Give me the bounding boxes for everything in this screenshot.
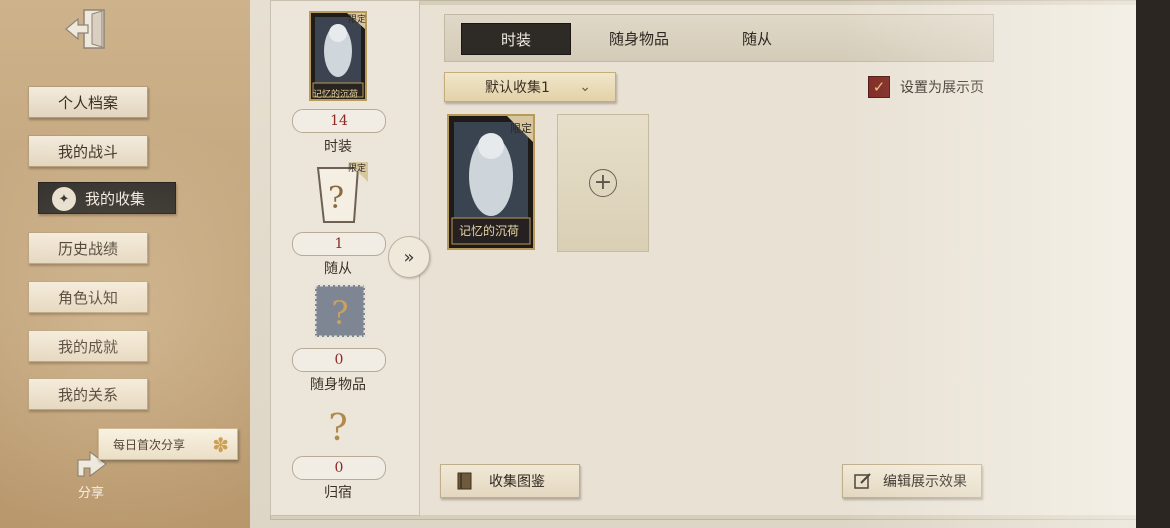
daily-share-text: 每日首次分享 (113, 437, 186, 452)
tab-accessories[interactable]: 随身物品 (585, 23, 693, 53)
edit-display-button[interactable]: 编辑展示效果 (842, 464, 982, 498)
plus-icon: + (589, 169, 617, 197)
share-icon (77, 451, 107, 477)
daily-share-tooltip: 每日首次分享 ✽ (98, 428, 238, 460)
svg-text:?: ? (328, 408, 347, 448)
nav-achievements-label: 我的成就 (57, 337, 118, 356)
tab-followers[interactable]: 随从 (707, 23, 807, 53)
showcase-checkbox[interactable]: ✓ (868, 76, 890, 98)
accessory-count: 0 (292, 348, 386, 372)
nav-my-battles-label: 我的战斗 (57, 142, 118, 161)
svg-text:?: ? (328, 181, 344, 216)
collection-set-value: 默认收集1 (485, 80, 550, 96)
costume-tag: 限定 (348, 15, 367, 25)
nav-profile[interactable]: 个人档案 (28, 86, 148, 118)
add-item-slot[interactable]: + (557, 114, 649, 252)
homestead-label: 归宿 (324, 485, 352, 501)
costume-card-title: 记忆的沉荷 (313, 90, 359, 100)
exit-icon[interactable] (64, 8, 110, 52)
tab-followers-label: 随从 (741, 29, 772, 48)
nav-achievements[interactable]: 我的成就 (28, 330, 148, 362)
collection-guide-label: 收集图鉴 (489, 474, 545, 490)
accessory-mystery-icon[interactable]: ? (312, 282, 368, 340)
accessory-label: 随身物品 (310, 377, 366, 393)
nav-my-collection-label: 我的收集 (85, 189, 146, 208)
nav-relationships[interactable]: 我的关系 (28, 378, 148, 410)
nav-my-battles[interactable]: 我的战斗 (28, 135, 148, 167)
set-as-showcase-toggle[interactable]: ✓ 设置为展示页 (868, 76, 984, 98)
tab-costume[interactable]: 时装 (461, 23, 571, 55)
tab-costume-label: 时装 (500, 30, 531, 49)
homestead-mystery-icon[interactable]: ? (318, 404, 358, 448)
sidebar: 个人档案 我的战斗 ✦ 我的收集 历史战绩 角色认知 我的成就 我的关系 每日首… (0, 0, 250, 528)
nav-history-record-label: 历史战绩 (57, 239, 118, 258)
share-text: 分享 (78, 486, 105, 501)
item-tag: 限定 (510, 122, 532, 135)
chevron-down-icon: ⌄ (579, 79, 591, 95)
expand-stats-button[interactable]: » (388, 236, 430, 278)
nav-profile-label: 个人档案 (57, 93, 118, 112)
collection-guide-button[interactable]: 收集图鉴 (440, 464, 580, 498)
right-edge (1136, 0, 1170, 528)
edit-icon (854, 473, 871, 489)
puzzle-icon: ✽ (212, 433, 229, 457)
follower-count: 1 (292, 232, 386, 256)
collection-badge-icon: ✦ (52, 187, 76, 211)
svg-text:?: ? (331, 294, 348, 332)
costume-label: 时装 (324, 139, 352, 155)
showcase-checkbox-label: 设置为展示页 (900, 80, 984, 96)
follower-tag: 限定 (348, 164, 367, 174)
double-chevron-right-icon: » (403, 246, 415, 268)
tab-accessories-label: 随身物品 (608, 29, 669, 48)
nav-character-cognition-label: 角色认知 (57, 288, 118, 307)
book-icon (457, 472, 472, 490)
nav-my-collection[interactable]: ✦ 我的收集 (38, 182, 176, 214)
nav-relationships-label: 我的关系 (57, 385, 118, 404)
checkmark-icon: ✓ (872, 78, 886, 96)
edit-display-label: 编辑展示效果 (883, 474, 967, 490)
homestead-count: 0 (292, 456, 386, 480)
collection-set-dropdown[interactable]: 默认收集1 ⌄ (444, 72, 616, 102)
nav-history-record[interactable]: 历史战绩 (28, 232, 148, 264)
costume-count: 14 (292, 109, 386, 133)
item-title: 记忆的沉荷 (459, 224, 520, 238)
follower-label: 随从 (324, 261, 352, 277)
nav-character-cognition[interactable]: 角色认知 (28, 281, 148, 313)
category-tabs: 时装 随身物品 随从 (444, 14, 994, 62)
